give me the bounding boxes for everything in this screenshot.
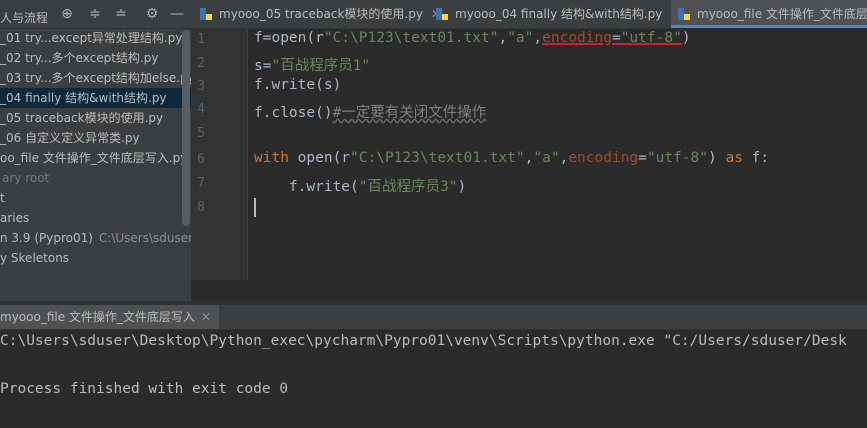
code-token: s= xyxy=(254,58,272,74)
tree-item-label: ary root xyxy=(2,171,50,185)
tree-item-header[interactable]: 人与流程 xyxy=(0,8,191,28)
tree-item-label: _01 try...except异常处理结构.py xyxy=(0,31,183,45)
tree-item-path: C:\Users\sduser\De xyxy=(98,231,191,245)
line-number: 1 xyxy=(197,32,205,47)
tree-item-file[interactable]: _06 自定义定义异常类.py xyxy=(0,128,191,148)
project-panel: ⊕ ≑ ≐ ⚙ — 人与流程 _01 try...except异常处理结构.py… xyxy=(0,0,191,301)
code-token: = xyxy=(638,150,647,166)
code-token: "a" xyxy=(507,30,534,46)
tree-item-python-sdk[interactable]: n 3.9 (Pypro01) C:\Users\sduser\De xyxy=(0,228,191,248)
editor-tab-bar: myooo_05 traceback模块的使用.py ✕ myooo_04 fin… xyxy=(191,0,867,29)
line-number: 8 xyxy=(197,200,205,215)
code-token-underlined: encoding="utf-8" xyxy=(542,30,682,46)
project-tree: 人与流程 _01 try...except异常处理结构.py _02 try..… xyxy=(0,11,191,268)
tab-label: myooo_04 finally 结构&with结构.py xyxy=(455,7,663,21)
code-token: f.close() xyxy=(254,105,333,121)
tree-item-external-libraries[interactable]: aries xyxy=(0,208,191,228)
code-line: with open(r"C:\P123\text01.txt","a",enco… xyxy=(254,150,769,166)
tree-item-label: _04 finally 结构&with结构.py xyxy=(0,91,167,105)
tree-item-file[interactable]: _02 try...多个except结构.py xyxy=(0,48,191,68)
tree-item-file-selected[interactable]: _04 finally 结构&with结构.py xyxy=(0,88,191,108)
code-token: "utf-8" xyxy=(646,150,708,166)
python-file-icon xyxy=(677,7,691,21)
tree-item-skeletons[interactable]: y Skeletons xyxy=(0,248,191,268)
code-token: , xyxy=(559,150,569,166)
run-console[interactable]: C:\Users\sduser\Desktop\Python_exec\pych… xyxy=(0,330,867,428)
tree-item-file[interactable]: _03 try...多个except结构加else.py xyxy=(0,68,191,88)
code-line: f.write(s) xyxy=(254,77,341,93)
code-token: "C:\P123\text01.txt" xyxy=(350,150,525,166)
tab-myooo-file[interactable]: myooo_file 文件操作_文件底层写 xyxy=(671,0,867,28)
code-token: ) xyxy=(457,179,467,195)
tree-item-file[interactable]: oo_file 文件操作_文件底层写入.py xyxy=(0,148,191,168)
tab-label: myooo_05 traceback模块的使用.py xyxy=(219,7,423,21)
tree-item-label: _02 try...多个except结构.py xyxy=(0,51,159,65)
code-token: f.write(s) xyxy=(254,77,342,93)
line-number: 5 xyxy=(197,126,205,141)
code-line: f.close()#一定要有关闭文件操作 xyxy=(254,101,486,122)
code-line: f=open(r"C:\P123\text01.txt","a",encodin… xyxy=(254,30,691,46)
tree-item-label: _05 traceback模块的使用.py xyxy=(0,111,164,125)
code-line: s="百战程序员1" xyxy=(254,54,370,75)
text-caret xyxy=(254,198,256,217)
code-token: "utf-8" xyxy=(620,30,682,46)
run-panel-header: myooo_file 文件操作_文件底层写入 ✕ xyxy=(0,305,867,330)
code-token: ) xyxy=(681,30,691,46)
line-number: 3 xyxy=(197,79,205,94)
tab-label: myooo_file 文件操作_文件底层写 xyxy=(697,7,867,21)
run-tab[interactable]: myooo_file 文件操作_文件底层写入 ✕ xyxy=(0,305,219,329)
code-token: "C:\P123\text01.txt" xyxy=(323,30,499,46)
code-token: , xyxy=(498,30,508,46)
tree-item-file[interactable]: _05 traceback模块的使用.py xyxy=(0,108,191,128)
line-number: 4 xyxy=(197,102,205,117)
code-token: f=open(r xyxy=(254,30,324,46)
tree-item-label: _06 自定义定义异常类.py xyxy=(0,131,140,145)
code-line: f.write("百战程序员3") xyxy=(254,175,466,196)
close-icon[interactable]: ✕ xyxy=(201,310,211,324)
code-editor[interactable]: f=open(r"C:\P123\text01.txt","a",encodin… xyxy=(254,29,867,301)
tree-item-label: oo_file 文件操作_文件底层写入.py xyxy=(0,151,188,165)
code-token: "a" xyxy=(533,150,560,166)
tree-item-label: n 3.9 (Pypro01) xyxy=(0,231,93,245)
line-number: 6 xyxy=(197,152,205,167)
tree-item-label: 人与流程 xyxy=(0,11,49,25)
code-token: = xyxy=(611,30,621,46)
tab-myooo-04[interactable]: myooo_04 finally 结构&with结构.py✕ xyxy=(435,0,680,28)
code-token-comment: #一定要有关闭文件操作 xyxy=(332,105,487,121)
tree-item-file[interactable]: _01 try...except异常处理结构.py xyxy=(0,28,191,48)
code-token: f.write( xyxy=(254,179,359,195)
python-file-icon xyxy=(199,7,213,21)
code-token: open(r xyxy=(288,150,351,166)
code-token: encoding xyxy=(568,150,639,166)
tree-item-label: aries xyxy=(0,211,30,225)
tree-item-library-root[interactable]: ary root xyxy=(0,168,191,188)
tree-item-label: _03 try...多个except结构加else.py xyxy=(0,71,191,85)
python-file-icon xyxy=(435,7,449,21)
code-token-keyword: as xyxy=(725,150,743,166)
line-number-gutter: 1 2 3 4 5 6 7 8 xyxy=(191,29,248,280)
code-token: encoding xyxy=(542,30,612,46)
tree-item-label: t xyxy=(0,191,5,205)
line-number: 7 xyxy=(197,176,205,191)
run-tab-label: myooo_file 文件操作_文件底层写入 xyxy=(0,310,195,324)
line-number: 2 xyxy=(197,56,205,71)
code-token: "百战程序员1" xyxy=(271,58,371,74)
code-token: f: xyxy=(742,150,770,166)
console-line: C:\Users\sduser\Desktop\Python_exec\pych… xyxy=(0,333,847,349)
tree-item-folder[interactable]: t xyxy=(0,188,191,208)
project-scrollbar[interactable] xyxy=(182,30,190,226)
tree-item-label: y Skeletons xyxy=(0,251,70,265)
tab-myooo-05[interactable]: myooo_05 traceback模块的使用.py ✕ xyxy=(199,0,441,28)
code-token-keyword: with xyxy=(254,150,289,166)
code-token: , xyxy=(533,30,543,46)
console-line: Process finished with exit code 0 xyxy=(0,381,289,397)
code-token: ) xyxy=(708,150,726,166)
code-token: "百战程序员3" xyxy=(358,179,458,195)
